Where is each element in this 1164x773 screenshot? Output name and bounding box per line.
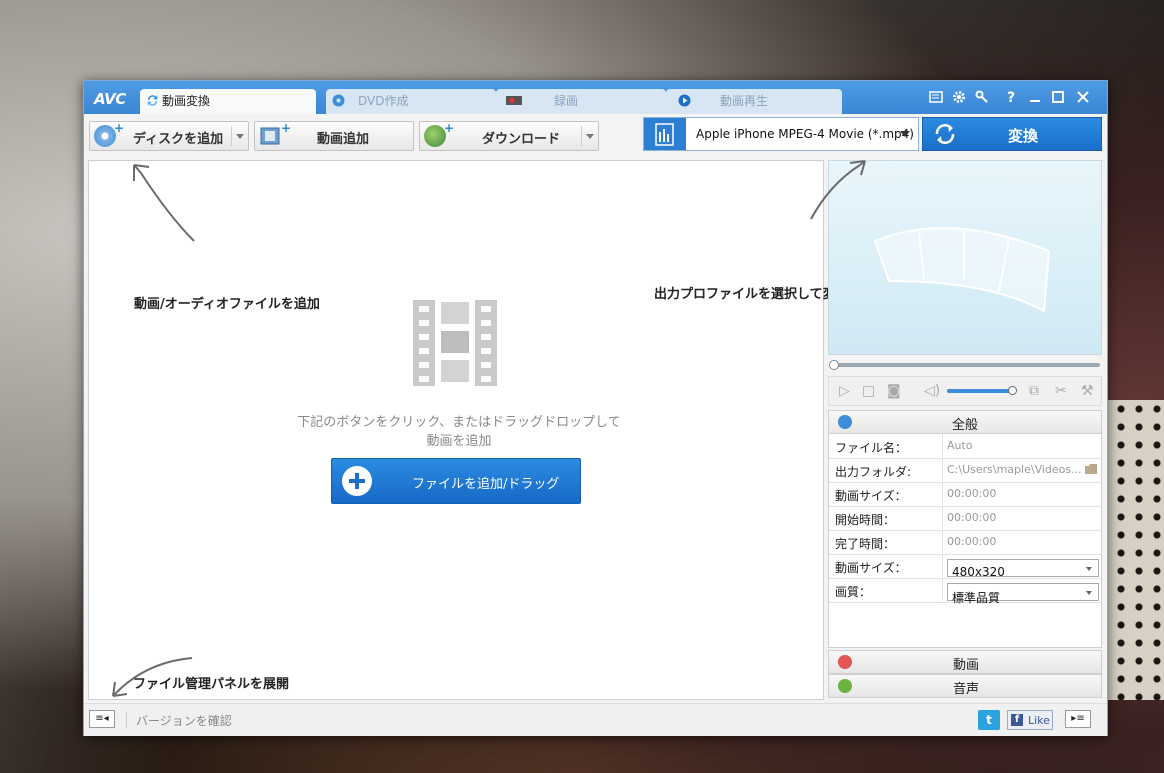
help-button[interactable]: ? — [1002, 90, 1020, 106]
add-video-label: 動画追加 — [317, 132, 370, 147]
prop-row-output-folder: 出力フォルダ: C:\Users\maple\Videos... — [829, 458, 1101, 483]
key-icon[interactable] — [973, 90, 991, 106]
tab-video-convert[interactable]: 動画変換 — [140, 89, 316, 114]
scissors-icon[interactable]: ✂ — [1055, 383, 1067, 399]
chevron-down-icon[interactable] — [231, 126, 248, 146]
device-icon — [644, 118, 686, 150]
player-controls: ▷ □ ◙ ◁) ⧉ ✂ ⚒ — [828, 376, 1102, 406]
drop-hint: 下記のボタンをクリック、またはドラッグドロップして動画を追加 — [297, 415, 621, 449]
gear-icon[interactable] — [950, 90, 968, 106]
output-folder-value: C:\Users\maple\Videos... — [947, 463, 1082, 476]
disc-icon — [332, 94, 345, 107]
tab-label: DVD作成 — [358, 94, 409, 108]
tab-label: 動画再生 — [720, 94, 769, 108]
list-icon[interactable] — [927, 90, 945, 106]
audio-section[interactable]: 音声 — [828, 674, 1102, 698]
collapse-panel-button[interactable]: ▸≡ — [1065, 710, 1091, 728]
properties-panel: 全般 ファイル名： Auto 出力フォルダ: C:\Users\maple\Vi… — [828, 410, 1102, 648]
play-icon — [678, 94, 691, 107]
chevron-down-icon[interactable] — [581, 126, 598, 146]
stop-icon[interactable]: □ — [862, 383, 875, 399]
prop-row-video-size: 動画サイズ： 00:00:00 — [829, 482, 1101, 507]
right-panel: ▷ □ ◙ ◁) ⧉ ✂ ⚒ 全般 ファイル名： Auto 出力フォルダ: C:… — [810, 160, 1102, 698]
tab-record[interactable]: 録画 — [496, 89, 666, 114]
globe-icon: + — [424, 121, 454, 147]
record-icon — [506, 96, 522, 105]
twitter-icon[interactable]: t — [978, 710, 1000, 730]
merge-icon[interactable]: ⧉ — [1029, 383, 1039, 399]
expand-panel-button[interactable]: ≡◂ — [89, 710, 115, 728]
version-link[interactable]: バージョンを確認 — [136, 712, 232, 729]
plus-circle-icon — [342, 466, 372, 496]
resolution-select[interactable]: 480x320 — [947, 559, 1099, 579]
folder-icon[interactable] — [1084, 463, 1098, 475]
add-video-button[interactable]: + 動画追加 — [254, 121, 414, 151]
note-panel: ファイル管理パネルを展開 — [133, 677, 290, 692]
disc-icon: + — [94, 121, 124, 147]
film-strip-icon — [413, 300, 497, 386]
prop-row-end-time: 完了時間： 00:00:00 — [829, 530, 1101, 555]
prop-row-start-time: 開始時間： 00:00:00 — [829, 506, 1101, 531]
convert-button[interactable]: 変換 — [922, 117, 1102, 151]
seek-bar[interactable] — [828, 360, 1102, 370]
volume-icon[interactable]: ◁) — [924, 383, 940, 399]
prop-row-filename: ファイル名： Auto — [829, 434, 1101, 459]
prop-row-quality: 画質： 標準品質 — [829, 578, 1101, 605]
note-add-files: 動画/オーディオファイルを追加 — [134, 297, 320, 312]
add-file-button[interactable]: ファイルを追加/ドラッグ — [331, 458, 581, 504]
title-bar: AVC 動画変換 DVD作成 録画 動画再生 ? — [84, 81, 1107, 114]
tab-play[interactable]: 動画再生 — [666, 89, 842, 114]
convert-label: 変換 — [1008, 127, 1039, 145]
facebook-like-button[interactable]: f Like — [1007, 710, 1053, 730]
download-button[interactable]: + ダウンロード — [419, 121, 599, 151]
camera-icon[interactable]: ◙ — [887, 383, 901, 399]
preview-area — [810, 160, 1102, 355]
add-file-label: ファイルを追加/ドラッグ — [412, 477, 560, 492]
film-reel-icon — [873, 227, 1051, 313]
filename-value: Auto — [947, 439, 973, 452]
film-icon — [260, 127, 280, 145]
seek-handle[interactable] — [829, 360, 839, 370]
convert-icon — [147, 95, 158, 106]
chevron-down-icon — [900, 131, 910, 142]
tab-dvd[interactable]: DVD作成 — [326, 89, 496, 114]
file-drop-area[interactable]: 動画/オーディオファイルを追加 下記のボタンをクリック、またはドラッグドロップし… — [88, 160, 824, 700]
maximize-icon[interactable] — [1049, 90, 1067, 106]
wrench-icon[interactable]: ⚒ — [1081, 383, 1094, 399]
prop-row-resolution: 動画サイズ： 480x320 — [829, 554, 1101, 579]
play-icon[interactable]: ▷ — [839, 383, 850, 399]
add-disc-label: ディスクを追加 — [133, 132, 224, 147]
profile-label: Apple iPhone MPEG-4 Movie (*.mp4) — [696, 127, 914, 141]
status-bar: ≡◂ バージョンを確認 t f Like ▸≡ — [84, 703, 1107, 736]
facebook-icon: f — [1011, 714, 1023, 726]
minimize-icon[interactable] — [1026, 90, 1044, 106]
output-profile-select[interactable]: Apple iPhone MPEG-4 Movie (*.mp4) — [643, 117, 919, 151]
download-label: ダウンロード — [482, 132, 561, 147]
close-icon[interactable] — [1074, 90, 1092, 106]
general-header[interactable]: 全般 — [829, 411, 1101, 434]
app-window: AVC 動画変換 DVD作成 録画 動画再生 ? + ディスクを追加 + 動画追… — [83, 80, 1108, 736]
video-section[interactable]: 動画 — [828, 650, 1102, 674]
refresh-icon — [935, 124, 955, 144]
volume-slider[interactable] — [947, 386, 1017, 395]
app-logo: AVC — [94, 90, 126, 108]
note-profile: 出力プロファイルを選択して変換 — [654, 287, 849, 302]
add-disc-button[interactable]: + ディスクを追加 — [89, 121, 249, 151]
quality-select[interactable]: 標準品質 — [947, 583, 1099, 605]
tab-label: 動画変換 — [162, 94, 211, 108]
tab-label: 録画 — [554, 94, 579, 108]
arrow-up-icon — [133, 164, 195, 242]
